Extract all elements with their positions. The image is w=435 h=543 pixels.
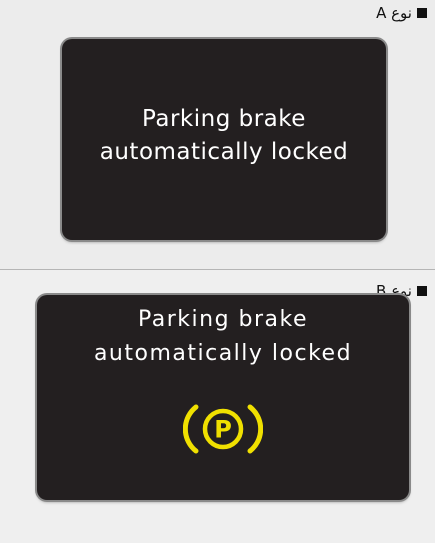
display-a-message-line-1: Parking brake <box>142 106 306 132</box>
display-b-message-line-1: Parking brake <box>137 307 309 332</box>
type-a-label: نوع A <box>376 4 427 22</box>
cluster-display-b: Parking brake automatically locked P <box>37 295 409 500</box>
display-a-message: Parking brake automatically locked <box>62 103 386 169</box>
cluster-display-a: Parking brake automatically locked <box>62 39 386 240</box>
brake-right-arc <box>247 404 263 454</box>
parking-brake-icon: P <box>183 404 263 454</box>
display-b-message: Parking brake automatically locked <box>37 303 409 371</box>
panel-type-a: نوع A Parking brake automatically locked <box>0 0 435 269</box>
type-a-label-text: نوع A <box>376 4 412 22</box>
display-a-message-line-2: automatically locked <box>99 139 349 165</box>
square-bullet-icon <box>417 286 427 296</box>
brake-left-arc <box>183 404 199 454</box>
display-b-message-line-2: automatically locked <box>93 341 353 366</box>
brake-letter: P <box>214 416 232 444</box>
square-bullet-icon <box>417 8 427 18</box>
